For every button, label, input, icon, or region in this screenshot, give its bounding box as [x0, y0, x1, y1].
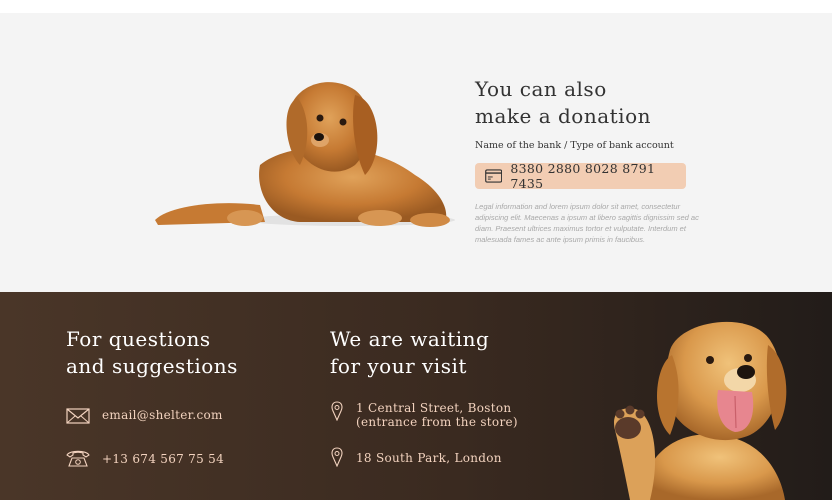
address-boston: 1 Central Street, Boston (entrance from … — [330, 401, 518, 429]
donation-title-line1: You can also — [475, 77, 607, 101]
map-pin-icon — [331, 401, 343, 421]
waving-puppy-image — [614, 321, 787, 500]
visit-title-line1: We are waiting — [330, 327, 490, 351]
address-boston-text: 1 Central Street, Boston (entrance from … — [356, 401, 518, 429]
bank-account-number: 8380 2880 8028 8791 7435 — [510, 161, 656, 191]
phone-contact[interactable]: +13 674 567 75 54 — [66, 448, 224, 468]
donation-title-line2: make a donation — [475, 104, 651, 128]
telephone-icon — [66, 450, 90, 467]
donation-section: You can also make a donation Name of the… — [0, 13, 832, 292]
legal-text: Legal information and lorem ipsum dolor … — [475, 202, 699, 244]
lying-puppy-image — [155, 82, 455, 227]
bank-account-box[interactable]: 8380 2880 8028 8791 7435 — [475, 161, 686, 191]
questions-title: For questions and suggestions — [66, 326, 238, 380]
donation-title: You can also make a donation — [475, 76, 651, 130]
email-contact[interactable]: email@shelter.com — [66, 406, 223, 426]
phone-link[interactable]: +13 674 567 75 54 — [102, 452, 224, 466]
address-boston-line1: 1 Central Street, Boston — [356, 401, 512, 415]
questions-title-line2: and suggestions — [66, 354, 238, 378]
visit-title-line2: for your visit — [330, 354, 467, 378]
address-london: 18 South Park, London — [330, 447, 502, 467]
questions-title-line1: For questions — [66, 327, 211, 351]
credit-card-icon — [485, 169, 503, 183]
bank-label: Name of the bank / Type of bank account — [475, 140, 674, 151]
visit-title: We are waiting for your visit — [330, 326, 489, 380]
address-london-text: 18 South Park, London — [356, 451, 502, 465]
envelope-icon — [66, 408, 90, 424]
map-pin-icon — [331, 447, 343, 467]
address-boston-line2: (entrance from the store) — [356, 415, 518, 429]
email-link[interactable]: email@shelter.com — [102, 408, 223, 422]
contacts-section: For questions and suggestions email@shel… — [0, 292, 832, 500]
